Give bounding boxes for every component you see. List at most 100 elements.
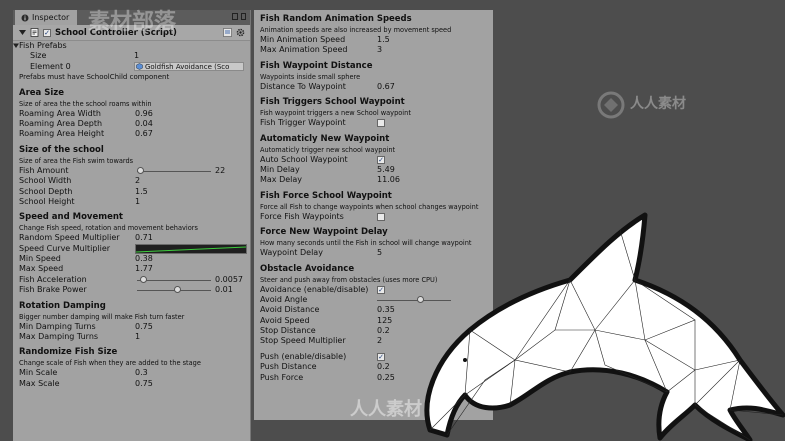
roaming-depth-field[interactable]: 0.04 xyxy=(135,119,153,129)
push-enable-checkbox[interactable]: ✓ xyxy=(377,352,385,361)
trigger-checkbox[interactable] xyxy=(377,119,385,128)
avoid-speed-field[interactable]: 125 xyxy=(377,316,392,326)
waypoint-distance-title: Fish Waypoint Distance xyxy=(260,60,373,71)
stop-distance-field[interactable]: 0.2 xyxy=(377,326,390,336)
acceleration-slider-knob[interactable] xyxy=(140,275,148,283)
trigger-row: Fish Trigger Waypoint xyxy=(254,118,493,128)
speed-curve-field[interactable] xyxy=(135,243,247,254)
gear-icon[interactable] xyxy=(236,28,245,37)
foldout-arrow-icon[interactable] xyxy=(19,29,26,36)
speed-curve-line xyxy=(136,246,246,253)
min-damping-row: Min Damping Turns 0.75 xyxy=(19,321,153,332)
min-delay-field[interactable]: 5.49 xyxy=(377,165,395,175)
dolphin-eye xyxy=(463,358,467,362)
min-delay-row: Min Delay 5.49 xyxy=(260,164,395,175)
max-scale-row: Max Scale 0.75 xyxy=(19,378,153,389)
fish-amount-slider-track[interactable] xyxy=(137,170,211,172)
brake-row: Fish Brake Power 0.01 xyxy=(19,285,233,295)
acceleration-slider-track[interactable] xyxy=(137,279,211,281)
fish-amount-slider-knob[interactable] xyxy=(137,166,144,174)
distance-row: Distance To Waypoint 0.67 xyxy=(260,81,395,92)
max-speed-field[interactable]: 1.77 xyxy=(135,264,153,274)
watermark-bottom: 人人素材 xyxy=(350,399,422,420)
school-size-title: Size of the school xyxy=(19,144,104,155)
inspector-panel: Inspector ✓ School Controller (Script) F… xyxy=(13,10,251,441)
school-width-row: School Width 2 xyxy=(19,176,141,186)
waypoint-delay-field[interactable]: 5 xyxy=(377,248,382,258)
auto-row: Auto School Waypoint ✓ xyxy=(260,154,385,164)
watermark-logo xyxy=(597,91,625,119)
rotation-desc: Bigger number damping will make Fish tur… xyxy=(19,312,185,321)
stop-speed-field[interactable]: 2 xyxy=(377,336,382,346)
min-damping-field[interactable]: 0.75 xyxy=(135,322,153,332)
max-damping-row: Max Damping Turns 1 xyxy=(19,332,141,342)
roaming-width-field[interactable]: 0.96 xyxy=(135,109,153,119)
avoid-distance-field[interactable]: 0.35 xyxy=(377,305,395,315)
max-speed-row: Max Speed 1.77 xyxy=(19,264,153,274)
dolphin-model-image xyxy=(424,212,785,441)
min-speed-row: Min Speed 0.38 xyxy=(19,254,153,264)
avoid-enable-checkbox[interactable]: ✓ xyxy=(377,285,385,294)
push-force-field[interactable]: 0.25 xyxy=(377,373,395,383)
random-speed-row: Random Speed Multiplier 0.71 xyxy=(19,233,153,243)
fish-amount-row: Fish Amount 22 xyxy=(19,165,226,176)
roaming-depth-row: Roaming Area Depth 0.04 xyxy=(19,118,153,129)
max-scale-field[interactable]: 0.75 xyxy=(135,379,153,389)
roaming-height-field[interactable]: 0.67 xyxy=(135,129,153,139)
auto-waypoint-desc: Automaticly trigger new school waypoint xyxy=(260,145,396,154)
inspector-tab[interactable]: Inspector xyxy=(15,10,78,25)
max-delay-field[interactable]: 11.06 xyxy=(377,175,400,185)
watermark-top: 素材部落 xyxy=(88,9,177,35)
screen: Inspector ✓ School Controller (Script) F… xyxy=(0,0,785,441)
element0-row: Element 0 Goldfish Avoidance (Sco xyxy=(13,62,250,72)
force-checkbox[interactable] xyxy=(377,212,385,221)
roaming-width-row: Roaming Area Width 0.96 xyxy=(19,108,153,119)
school-height-field[interactable]: 1 xyxy=(135,197,140,207)
info-icon xyxy=(21,14,29,21)
acceleration-field[interactable]: 0.0057 xyxy=(215,275,243,285)
help-icon[interactable] xyxy=(223,28,232,37)
min-scale-field[interactable]: 0.3 xyxy=(135,368,148,378)
speed-title: Speed and Movement xyxy=(19,212,123,223)
brake-field[interactable]: 0.01 xyxy=(215,285,233,295)
anim-title: Fish Random Animation Speeds xyxy=(260,14,412,24)
acceleration-row: Fish Acceleration 0.0057 xyxy=(19,274,243,285)
script-icon xyxy=(30,28,39,37)
auto-checkbox[interactable]: ✓ xyxy=(377,155,385,164)
anim-desc: Animation speeds are also increased by m… xyxy=(260,26,452,34)
fish-amount-field[interactable]: 22 xyxy=(215,166,225,176)
min-speed-field[interactable]: 0.38 xyxy=(135,254,153,264)
prefab-cube-icon xyxy=(136,63,143,71)
school-depth-row: School Depth 1.5 xyxy=(19,186,148,197)
school-depth-field[interactable]: 1.5 xyxy=(135,187,148,197)
triggers-desc: Fish waypoint triggers a new School wayp… xyxy=(260,109,411,118)
area-size-desc: Size of area the the school roams within xyxy=(19,99,152,108)
component-enabled-checkbox[interactable]: ✓ xyxy=(43,28,51,37)
min-anim-field[interactable]: 1.5 xyxy=(377,35,390,45)
waypoint-distance-desc: Waypoints inside small sphere xyxy=(260,72,361,81)
element0-object-field[interactable]: Goldfish Avoidance (Sco xyxy=(134,62,244,72)
auto-waypoint-title: Automaticly New Waypoint xyxy=(260,133,390,144)
triggers-title: Fish Triggers School Waypoint xyxy=(260,97,405,108)
push-distance-field[interactable]: 0.2 xyxy=(377,362,390,372)
area-size-title: Area Size xyxy=(19,87,64,98)
prefabs-note: Prefabs must have SchoolChild component xyxy=(19,73,170,82)
prefabs-size-row: Size 1 xyxy=(13,51,250,61)
rotation-title: Rotation Damping xyxy=(19,300,106,311)
watermark-right: 人人素材 xyxy=(630,96,686,112)
random-speed-field[interactable]: 0.71 xyxy=(135,233,153,243)
distance-field[interactable]: 0.67 xyxy=(377,82,395,92)
inspector-tab-label: Inspector xyxy=(32,13,70,22)
panel-menu-icon[interactable] xyxy=(232,13,246,22)
size-label: Size xyxy=(30,51,47,61)
school-size-desc: Size of area the Fish swim towards xyxy=(19,156,134,165)
max-damping-field[interactable]: 1 xyxy=(135,332,140,342)
school-width-field[interactable]: 2 xyxy=(135,176,140,186)
brake-slider-knob[interactable] xyxy=(173,286,181,294)
fish-prefabs-foldout[interactable]: Fish Prefabs xyxy=(13,41,250,51)
randomize-title: Randomize Fish Size xyxy=(19,347,118,358)
speed-desc: Change Fish speed, rotation and movement… xyxy=(19,224,198,233)
max-anim-field[interactable]: 3 xyxy=(377,45,382,55)
size-value[interactable]: 1 xyxy=(134,51,139,61)
min-anim-row: Min Animation Speed 1.5 xyxy=(260,35,390,45)
